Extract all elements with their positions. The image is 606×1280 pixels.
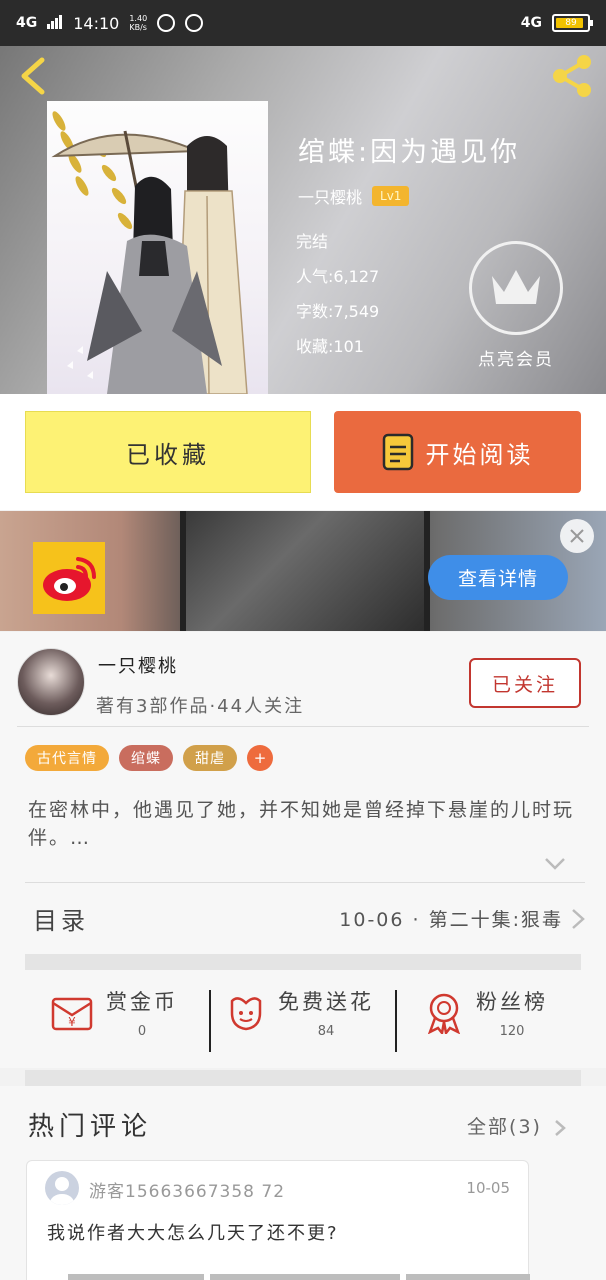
guest-avatar-icon bbox=[45, 1171, 79, 1205]
clock: 14:10 bbox=[73, 13, 120, 33]
network-speed: 1.40 KB/s bbox=[129, 14, 148, 32]
author-card-name[interactable]: 一只樱桃 bbox=[98, 652, 178, 678]
section-separator bbox=[25, 1070, 581, 1086]
tag-chip[interactable]: 绾蝶 bbox=[119, 745, 173, 771]
stat-value: 0 bbox=[137, 1024, 147, 1039]
book-icon bbox=[382, 433, 413, 471]
crown-icon bbox=[492, 270, 540, 304]
share-icon bbox=[553, 55, 591, 97]
signal-icon bbox=[47, 14, 63, 33]
stats-row: ¥ 赏金币 0 免费送花 84 粉丝榜 120 bbox=[0, 976, 606, 1068]
all-comments-label: 全部(3) bbox=[467, 1116, 542, 1138]
latest-chapter: 10-06 · 第二十集:狠毒 bbox=[339, 909, 563, 931]
vip-label: 点亮会员 bbox=[478, 350, 554, 370]
ad-close-button[interactable] bbox=[560, 519, 594, 553]
comment-text: 我说作者大大怎么几天了还不更? bbox=[47, 1223, 339, 1244]
network-indicator-right: 4G bbox=[520, 15, 542, 31]
stat-label: 免费送花 bbox=[278, 990, 374, 1014]
crown-circle bbox=[469, 241, 563, 335]
toc-label: 目录 bbox=[33, 907, 89, 935]
collect-button[interactable]: 已收藏 bbox=[25, 411, 311, 493]
table-of-contents-row[interactable]: 目录 10-06 · 第二十集:狠毒 bbox=[25, 882, 585, 954]
book-title: 绾蝶:因为遇见你 bbox=[298, 137, 521, 168]
author-avatar[interactable] bbox=[17, 648, 85, 716]
stat-divider bbox=[395, 990, 397, 1052]
book-cover[interactable] bbox=[47, 101, 268, 394]
action-bar: 已收藏 开始阅读 bbox=[0, 394, 606, 510]
divider bbox=[17, 726, 589, 727]
close-icon bbox=[570, 529, 584, 543]
red-envelope-icon: ¥ bbox=[51, 997, 93, 1030]
comment-user: 游客15663667358 72 bbox=[89, 1182, 286, 1202]
chevron-right-icon bbox=[572, 908, 585, 929]
hot-comments-section: 热门评论 全部(3) 游客15663667358 72 10-05 我说作者大大… bbox=[0, 1086, 606, 1280]
ad-image bbox=[180, 511, 430, 631]
all-comments-link[interactable]: 全部(3) bbox=[467, 1112, 566, 1139]
battery-icon: 89 bbox=[552, 14, 593, 32]
comment-time: 10-05 bbox=[466, 1179, 510, 1197]
tag-list: 古代言情 绾蝶 甜虐 + bbox=[25, 745, 273, 771]
share-button[interactable] bbox=[548, 52, 596, 100]
network-indicator: 4G bbox=[16, 15, 38, 31]
book-header: 绾蝶:因为遇见你 一只樱桃 Lv1 完结 人气:6,127 字数:7,549 收… bbox=[0, 46, 606, 394]
book-word-count: 字数:7,549 bbox=[296, 302, 380, 321]
start-reading-label: 开始阅读 bbox=[425, 440, 534, 469]
stat-divider bbox=[209, 990, 211, 1052]
flower-icon bbox=[230, 996, 262, 1030]
chevron-right-icon bbox=[555, 1119, 566, 1136]
expand-button[interactable] bbox=[544, 856, 566, 875]
view-details-button[interactable]: 查看详情 bbox=[428, 555, 568, 600]
medal-icon bbox=[427, 993, 461, 1034]
comments-title: 热门评论 bbox=[28, 1112, 153, 1142]
follow-button[interactable]: 已关注 bbox=[469, 658, 581, 708]
send-flower-button[interactable]: 免费送花 84 bbox=[226, 986, 374, 1039]
stat-label: 粉丝榜 bbox=[476, 990, 548, 1014]
chevron-left-icon bbox=[21, 57, 45, 95]
book-popularity: 人气:6,127 bbox=[296, 267, 380, 286]
book-favorites: 收藏:101 bbox=[296, 337, 364, 356]
author-name[interactable]: 一只樱桃 bbox=[298, 184, 362, 208]
start-reading-button[interactable]: 开始阅读 bbox=[334, 411, 581, 493]
back-button[interactable] bbox=[14, 54, 54, 98]
stat-value: 84 bbox=[317, 1024, 335, 1039]
comment-card[interactable]: 游客15663667358 72 10-05 我说作者大大怎么几天了还不更? bbox=[26, 1160, 529, 1280]
stat-value: 120 bbox=[499, 1024, 525, 1039]
svg-text:¥: ¥ bbox=[68, 1015, 76, 1029]
tag-chip[interactable]: 甜虐 bbox=[183, 745, 237, 771]
weibo-logo-icon bbox=[33, 542, 105, 614]
author-section: 一只樱桃 著有3部作品·44人关注 已关注 古代言情 绾蝶 甜虐 + 在密林中，… bbox=[0, 632, 606, 1032]
author-row: 一只樱桃 Lv1 bbox=[298, 184, 410, 208]
scroll-hint bbox=[68, 1274, 530, 1280]
chevron-down-icon bbox=[545, 858, 565, 870]
sync-icon bbox=[157, 14, 176, 32]
fan-ranking-button[interactable]: 粉丝榜 120 bbox=[424, 986, 548, 1039]
level-badge: Lv1 bbox=[372, 186, 410, 206]
stat-label: 赏金币 bbox=[106, 990, 178, 1014]
book-description[interactable]: 在密林中，他遇见了她，并不知她是曾经掉下悬崖的儿时玩伴。… bbox=[28, 796, 583, 852]
tag-chip[interactable]: 古代言情 bbox=[25, 745, 109, 771]
vip-button[interactable]: 点亮会员 bbox=[466, 241, 566, 370]
add-tag-button[interactable]: + bbox=[247, 745, 273, 771]
section-separator bbox=[25, 954, 581, 970]
ad-banner[interactable]: 查看详情 bbox=[0, 511, 606, 631]
status-bar: 4G 14:10 1.40 KB/s 4G 89 bbox=[0, 0, 606, 46]
reward-coins-button[interactable]: ¥ 赏金币 0 bbox=[50, 986, 178, 1039]
cover-illustration bbox=[51, 111, 248, 394]
author-card-stats: 著有3部作品·44人关注 bbox=[96, 696, 305, 717]
battery-level: 89 bbox=[565, 18, 577, 28]
location-icon bbox=[185, 14, 204, 32]
book-status: 完结 bbox=[296, 232, 329, 251]
